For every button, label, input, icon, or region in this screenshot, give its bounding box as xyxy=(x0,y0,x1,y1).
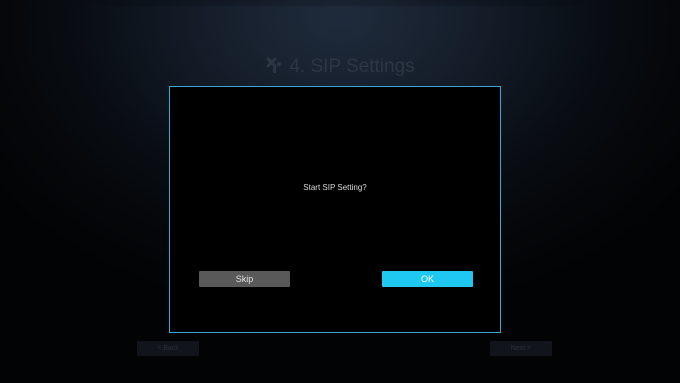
setup-screen: 4. SIP Settings < Back Next > Start SIP … xyxy=(0,0,680,383)
next-button[interactable]: Next > xyxy=(490,341,552,356)
page-title: 4. SIP Settings xyxy=(0,56,680,78)
skip-button[interactable]: Skip xyxy=(199,271,290,287)
dialog-message: Start SIP Setting? xyxy=(303,183,367,192)
tools-icon xyxy=(265,56,285,74)
back-button[interactable]: < Back xyxy=(137,341,199,356)
page-title-text: 4. SIP Settings xyxy=(289,56,415,77)
sip-setting-dialog: Start SIP Setting? Skip OK xyxy=(169,86,501,333)
ok-button[interactable]: OK xyxy=(382,271,473,287)
